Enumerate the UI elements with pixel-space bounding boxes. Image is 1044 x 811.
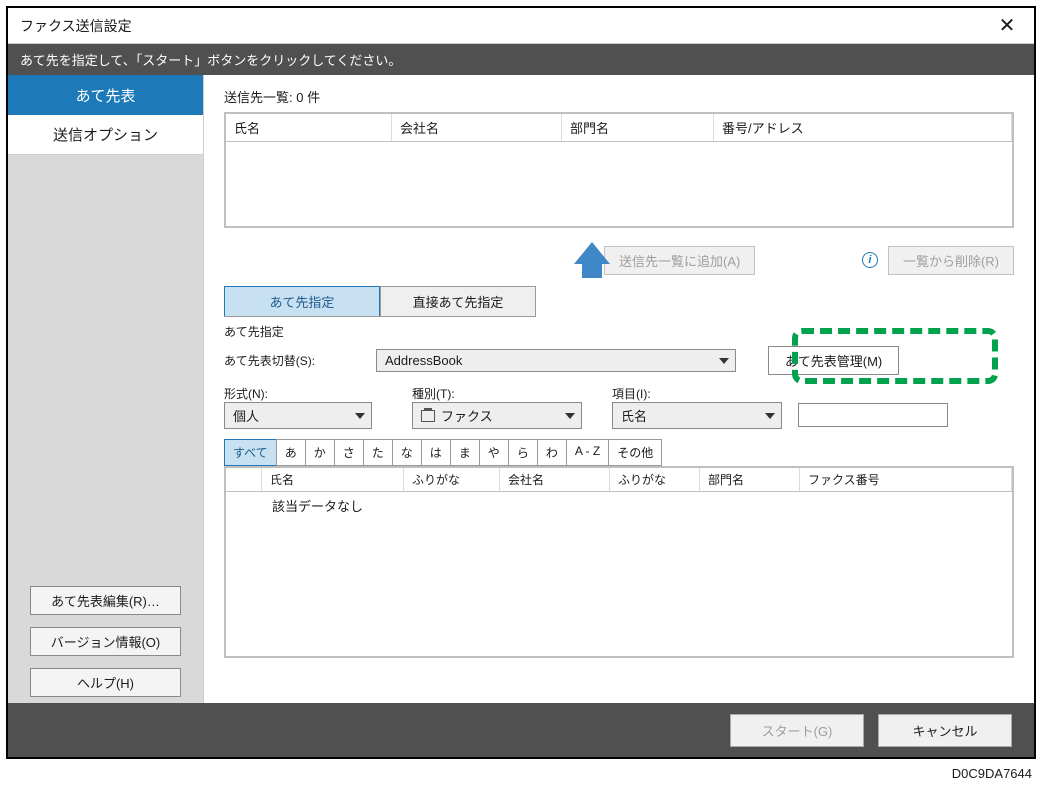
version-info-button[interactable]: バージョン情報(O) <box>30 627 181 656</box>
col-name: 氏名 <box>226 114 392 141</box>
instruction-bar: あて先を指定して、「スタート」ボタンをクリックしてください。 <box>8 44 1034 75</box>
fax-icon <box>421 410 435 422</box>
tab-direct[interactable]: 直接あて先指定 <box>380 286 536 316</box>
col-number: 番号/アドレス <box>714 114 1012 141</box>
chevron-down-icon <box>719 358 729 364</box>
cancel-button[interactable]: キャンセル <box>878 714 1012 747</box>
kana-ka[interactable]: か <box>305 439 335 466</box>
kana-ya[interactable]: や <box>479 439 509 466</box>
window-title: ファクス送信設定 <box>20 16 992 36</box>
footer: スタート(G) キャンセル <box>8 703 1034 757</box>
send-list-title: 送信先一覧: 0 件 <box>224 87 1014 106</box>
edit-addressbook-button[interactable]: あて先表編集(R)… <box>30 586 181 615</box>
switch-label: あて先表切替(S): <box>224 352 364 369</box>
rcol-blank <box>226 468 262 491</box>
spec-tabset: あて先指定 直接あて先指定 <box>224 286 536 317</box>
kana-filter: すべて あ か さ た な は ま や ら わ A - Z その他 <box>224 439 1014 466</box>
chevron-down-icon <box>765 413 775 419</box>
format-label: 形式(N): <box>224 385 374 402</box>
kana-na[interactable]: な <box>392 439 422 466</box>
rcol-faxnum: ファクス番号 <box>800 468 1012 491</box>
main-panel: 送信先一覧: 0 件 氏名 会社名 部門名 番号/アドレス 送信先一覧に追加(A… <box>204 75 1034 703</box>
kana-sa[interactable]: さ <box>334 439 364 466</box>
chevron-down-icon <box>565 413 575 419</box>
type-label: 種別(T): <box>412 385 594 402</box>
kana-other[interactable]: その他 <box>608 439 662 466</box>
help-button[interactable]: ヘルプ(H) <box>30 668 181 697</box>
rcol-company: 会社名 <box>500 468 610 491</box>
tab-spec[interactable]: あて先指定 <box>224 286 380 316</box>
item-label: 項目(I): <box>612 385 784 402</box>
col-dept: 部門名 <box>562 114 714 141</box>
titlebar: ファクス送信設定 ✕ <box>8 8 1034 44</box>
rcol-dept: 部門名 <box>700 468 800 491</box>
kana-all[interactable]: すべて <box>224 439 277 466</box>
results-empty: 該当データなし <box>226 492 1012 519</box>
kana-wa[interactable]: わ <box>537 439 567 466</box>
spec-section-label: あて先指定 <box>224 323 1014 340</box>
results-table: 氏名 ふりがな 会社名 ふりがな 部門名 ファクス番号 該当データなし <box>224 466 1014 658</box>
kana-ta[interactable]: た <box>363 439 393 466</box>
kana-ra[interactable]: ら <box>508 439 538 466</box>
sidebar: あて先表 送信オプション あて先表編集(R)… バージョン情報(O) ヘルプ(H… <box>8 75 204 703</box>
start-button[interactable]: スタート(G) <box>730 714 864 747</box>
close-icon[interactable]: ✕ <box>992 13 1022 38</box>
format-select[interactable]: 個人 <box>224 402 372 429</box>
sidebar-tab-destinations[interactable]: あて先表 <box>8 75 203 115</box>
kana-a[interactable]: あ <box>276 439 306 466</box>
kana-az[interactable]: A - Z <box>566 439 609 466</box>
info-icon[interactable]: i <box>862 252 878 268</box>
kana-ha[interactable]: は <box>421 439 451 466</box>
sidebar-tab-options[interactable]: 送信オプション <box>8 115 203 155</box>
image-id-caption: D0C9DA7644 <box>952 766 1032 781</box>
add-to-list-button[interactable]: 送信先一覧に追加(A) <box>604 246 755 275</box>
type-select[interactable]: ファクス <box>412 402 582 429</box>
rcol-furigana1: ふりがな <box>404 468 500 491</box>
chevron-down-icon <box>355 413 365 419</box>
manage-addressbook-button[interactable]: あて先表管理(M) <box>768 346 899 375</box>
col-company: 会社名 <box>392 114 562 141</box>
item-select[interactable]: 氏名 <box>612 402 782 429</box>
rcol-furigana2: ふりがな <box>610 468 700 491</box>
search-input[interactable] <box>798 403 948 427</box>
remove-from-list-button[interactable]: 一覧から削除(R) <box>888 246 1014 275</box>
arrow-up-icon <box>574 242 610 264</box>
rcol-name: 氏名 <box>262 468 404 491</box>
send-list-table: 氏名 会社名 部門名 番号/アドレス <box>224 112 1014 228</box>
addressbook-select[interactable]: AddressBook <box>376 349 736 372</box>
fax-settings-window: ファクス送信設定 ✕ あて先を指定して、「スタート」ボタンをクリックしてください… <box>6 6 1036 759</box>
kana-ma[interactable]: ま <box>450 439 480 466</box>
